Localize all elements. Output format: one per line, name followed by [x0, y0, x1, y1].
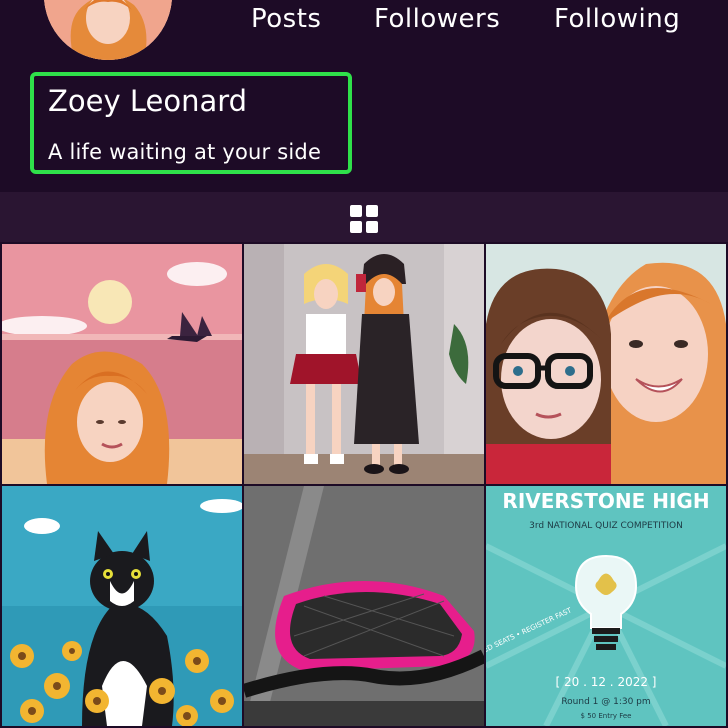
poster-round: Round 1 @ 1:30 pm	[561, 697, 650, 707]
post-thumbnail-4[interactable]	[2, 486, 242, 726]
grid-icon[interactable]	[349, 204, 379, 234]
poster-fee: $ 50 Entry Fee	[581, 712, 632, 720]
cat-in-flowers-illustration	[2, 486, 242, 726]
post-thumbnail-2[interactable]	[244, 244, 484, 484]
profile-header: Posts Followers Following Zoey Leonard A…	[0, 0, 728, 192]
post-thumbnail-3[interactable]	[486, 244, 726, 484]
two-girls-illustration	[244, 244, 484, 484]
profile-name: Zoey Leonard	[48, 84, 248, 118]
post-thumbnail-5[interactable]	[244, 486, 484, 726]
following-stat[interactable]: Following	[554, 4, 680, 34]
bicycle-photo	[244, 486, 484, 726]
poster-title: RIVERSTONE HIGH	[502, 489, 709, 513]
profile-bio: A life waiting at your side	[48, 140, 322, 164]
post-thumbnail-1[interactable]	[2, 244, 242, 484]
posts-grid: RIVERSTONE HIGH 3rd NATIONAL QUIZ COMPET…	[0, 242, 728, 728]
quiz-poster: RIVERSTONE HIGH 3rd NATIONAL QUIZ COMPET…	[486, 486, 726, 726]
profile-bio-box: Zoey Leonard A life waiting at your side	[30, 72, 352, 174]
selfie-illustration	[486, 244, 726, 484]
profile-stats: Posts Followers Following	[0, 4, 728, 38]
post-thumbnail-6[interactable]: RIVERSTONE HIGH 3rd NATIONAL QUIZ COMPET…	[486, 486, 726, 726]
poster-subtitle: 3rd NATIONAL QUIZ COMPETITION	[529, 521, 683, 531]
followers-stat[interactable]: Followers	[374, 4, 500, 34]
sunset-portrait-illustration	[2, 244, 242, 484]
poster-date: [ 20 . 12 . 2022 ]	[556, 675, 657, 689]
posts-stat[interactable]: Posts	[251, 4, 321, 34]
